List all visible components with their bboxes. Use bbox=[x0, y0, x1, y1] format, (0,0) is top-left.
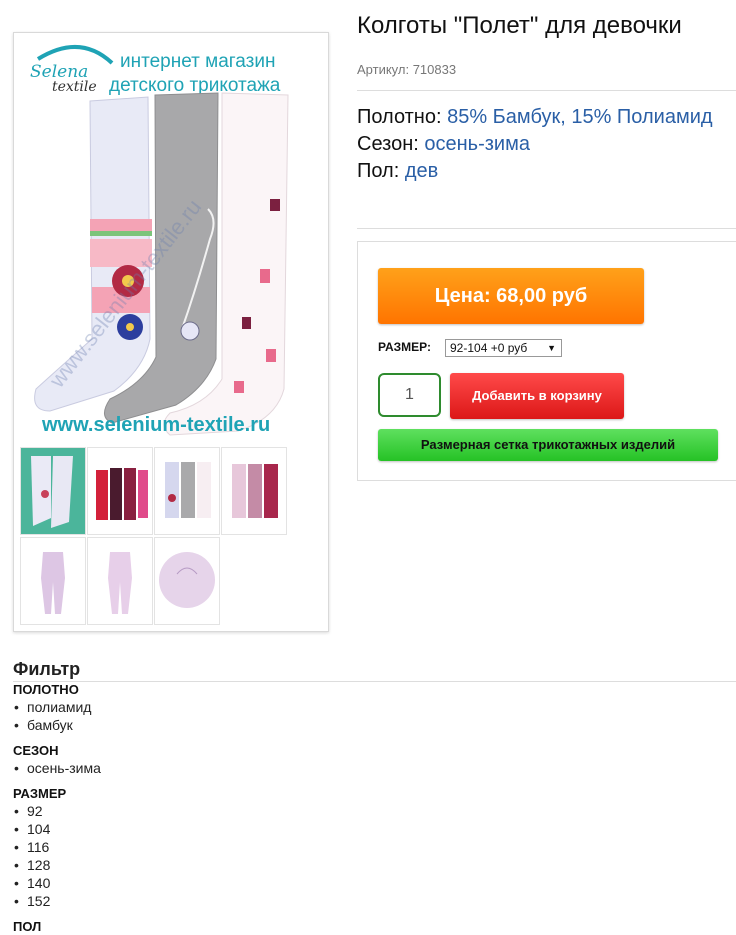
filter-group-size: РАЗМЕР 92 104 116 128 140 152 bbox=[13, 786, 736, 910]
filter-option[interactable]: 116 bbox=[13, 838, 736, 856]
note-5 bbox=[270, 199, 280, 211]
divider-bottom bbox=[357, 228, 736, 229]
filter-option[interactable]: полиамид bbox=[13, 698, 736, 716]
thumbnail-4[interactable] bbox=[221, 447, 287, 535]
product-properties: Полотно: 85% Бамбук, 15% Полиамид Сезон:… bbox=[357, 104, 727, 185]
grey-flower bbox=[180, 321, 200, 341]
filter-option[interactable]: 128 bbox=[13, 856, 736, 874]
thumbnail-3[interactable] bbox=[154, 447, 220, 535]
product-image-panel: Selena textile интернет магазин детского… bbox=[13, 32, 329, 632]
price-button[interactable]: Цена: 68,00 руб bbox=[378, 268, 644, 324]
filter-group-title: РАЗМЕР bbox=[13, 786, 67, 801]
thumbnail-2[interactable] bbox=[87, 447, 153, 535]
filter-option[interactable]: осень-зима bbox=[13, 759, 736, 777]
logo-textile: textile bbox=[52, 79, 97, 95]
divider-top bbox=[357, 90, 736, 91]
shop-line-1: интернет магазин bbox=[120, 51, 275, 72]
logo-swoosh bbox=[36, 45, 114, 65]
flower-blue-center bbox=[126, 323, 134, 331]
stripe-pink-1 bbox=[90, 219, 152, 231]
filter-group-title: ПОЛОТНО bbox=[13, 682, 79, 697]
note-1 bbox=[260, 269, 270, 283]
filter-group-gender: ПОЛ bbox=[13, 919, 736, 935]
size-selected-value: 92-104 +0 руб bbox=[450, 341, 528, 355]
quantity-input[interactable]: 1 bbox=[378, 373, 441, 417]
filter-title: Фильтр bbox=[13, 659, 81, 679]
note-2 bbox=[242, 317, 251, 329]
filter-option[interactable]: 140 bbox=[13, 874, 736, 892]
filter-option[interactable]: 104 bbox=[13, 820, 736, 838]
filter-group-title: СЕЗОН bbox=[13, 743, 59, 758]
prop-season-label: Сезон: bbox=[357, 133, 419, 155]
prop-season-value: осень-зима bbox=[424, 133, 530, 155]
filter-group-title: ПОЛ bbox=[13, 919, 42, 934]
prop-gender: Пол: дев bbox=[357, 158, 727, 185]
buy-panel: Цена: 68,00 руб РАЗМЕР: 92-104 +0 руб ▼ … bbox=[357, 241, 736, 481]
dropdown-arrow-icon: ▼ bbox=[547, 343, 556, 353]
size-select[interactable]: 92-104 +0 руб ▼ bbox=[445, 339, 562, 357]
prop-gender-value: дев bbox=[404, 160, 439, 182]
size-label: РАЗМЕР: bbox=[378, 340, 431, 354]
filter-panel: Фильтр ПОЛОТНО полиамид бамбук СЕЗОН осе… bbox=[13, 658, 736, 935]
thumbnail-6[interactable] bbox=[87, 537, 153, 625]
thumbnail-7[interactable] bbox=[154, 537, 220, 625]
note-3 bbox=[266, 349, 276, 362]
filter-group-fabric: ПОЛОТНО полиамид бамбук bbox=[13, 682, 736, 734]
note-4 bbox=[234, 381, 244, 393]
filter-option[interactable]: бамбук bbox=[13, 716, 736, 734]
filter-option[interactable]: 152 bbox=[13, 892, 736, 910]
filter-group-season: СЕЗОН осень-зима bbox=[13, 743, 736, 777]
size-chart-button[interactable]: Размерная сетка трикотажных изделий bbox=[378, 429, 718, 461]
thumbnail-1[interactable] bbox=[20, 447, 86, 535]
prop-fabric-label: Полотно: bbox=[357, 106, 442, 128]
product-title: Колготы "Полет" для девочки bbox=[357, 12, 682, 39]
prop-season: Сезон: осень-зима bbox=[357, 131, 727, 158]
prop-fabric-value: 85% Бамбук, 15% Полиамид bbox=[447, 106, 713, 128]
filter-option[interactable]: 92 bbox=[13, 802, 736, 820]
product-sku: Артикул: 710833 bbox=[357, 62, 457, 77]
thumbnail-5[interactable] bbox=[20, 537, 86, 625]
add-to-cart-button[interactable]: Добавить в корзину bbox=[450, 373, 624, 419]
image-site-url: www.selenium-textile.ru bbox=[41, 414, 270, 436]
prop-fabric: Полотно: 85% Бамбук, 15% Полиамид bbox=[357, 104, 727, 131]
prop-gender-label: Пол: bbox=[357, 160, 400, 182]
shop-line-2: детского трикотажа bbox=[109, 75, 281, 96]
stripe-green bbox=[90, 231, 152, 236]
product-main-image[interactable]: Selena textile интернет магазин детского… bbox=[20, 39, 322, 441]
